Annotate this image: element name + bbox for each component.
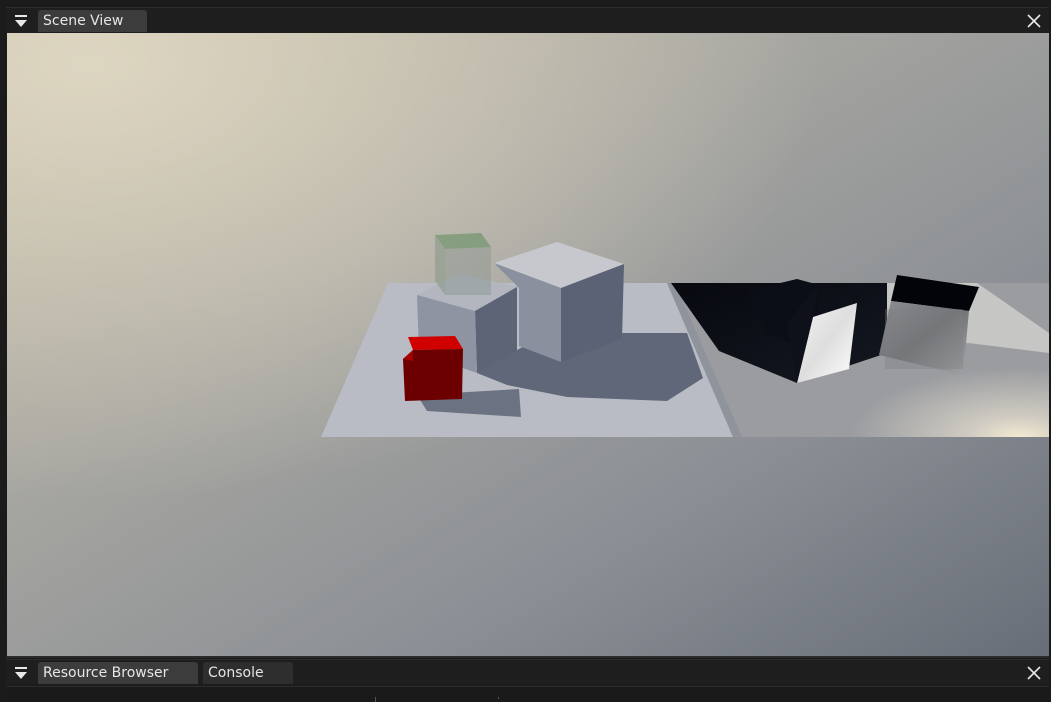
column-divider[interactable] [375, 697, 376, 702]
scene-render [7, 33, 1049, 656]
resource-browser-content [6, 686, 1049, 702]
tab-console[interactable]: Console [203, 662, 293, 684]
scene-view-titlebar: Scene View [6, 7, 1049, 33]
tab-resource-browser[interactable]: Resource Browser [38, 662, 198, 684]
tab-label: Scene View [43, 13, 124, 29]
translucent-green-cube [435, 233, 491, 249]
column-divider[interactable] [498, 697, 499, 699]
red-cube [408, 336, 463, 350]
dropdown-triangle-icon[interactable] [12, 664, 32, 682]
scene-viewport[interactable] [7, 33, 1049, 656]
tab-scene-view[interactable]: Scene View [38, 10, 147, 32]
close-icon[interactable] [1025, 12, 1043, 30]
bottom-panel-titlebar: Resource Browser Console [6, 659, 1049, 685]
editor-window: Scene View Resource Browser Console [0, 0, 1051, 702]
close-icon[interactable] [1025, 664, 1043, 682]
panel-divider [6, 656, 1049, 658]
tab-label: Console [208, 665, 264, 681]
dropdown-triangle-icon[interactable] [12, 12, 32, 30]
tab-label: Resource Browser [43, 665, 169, 681]
